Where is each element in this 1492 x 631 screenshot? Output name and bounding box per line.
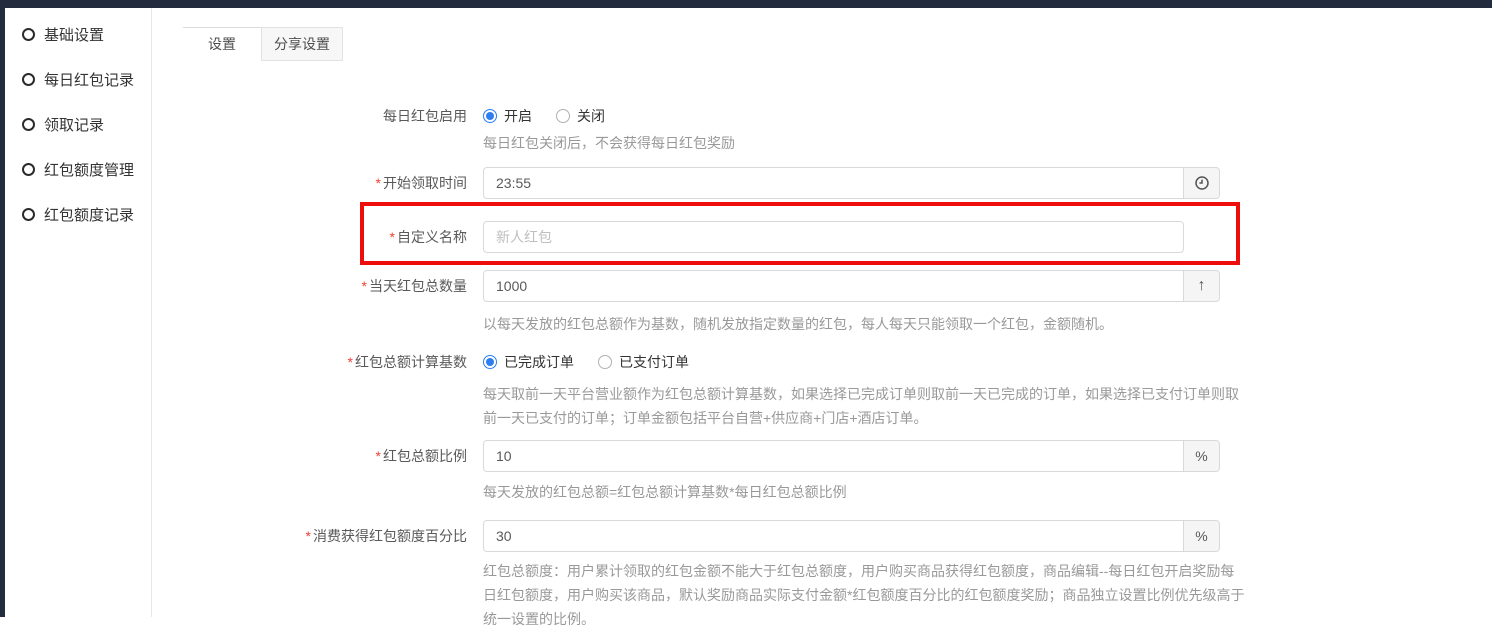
sidebar-item-label: 每日红包记录 <box>44 69 134 90</box>
field-label-calc-base: *红包总额计算基数 <box>183 352 467 372</box>
sidebar-item-label: 领取记录 <box>44 114 104 135</box>
radio-enable-on[interactable]: 开启 <box>483 106 532 126</box>
total-count-input[interactable] <box>483 270 1184 302</box>
radio-selected-icon <box>483 355 497 369</box>
tab-settings[interactable]: 设置 <box>183 27 261 61</box>
sidebar-item-label: 基础设置 <box>44 24 104 45</box>
sidebar-item-daily-redpacket-records[interactable]: 每日红包记录 <box>5 57 151 102</box>
sidebar-item-quota-records[interactable]: 红包额度记录 <box>5 192 151 237</box>
tab-share-settings[interactable]: 分享设置 <box>261 27 343 61</box>
help-calc-base: 每天取前一天平台营业额作为红包总额计算基数，如果选择已完成订单则取前一天已完成的… <box>483 382 1245 430</box>
arrow-up-icon: ↑ <box>1198 277 1206 295</box>
sidebar: 基础设置 每日红包记录 领取记录 红包额度管理 红包额度记录 <box>5 8 152 617</box>
clock-icon <box>1194 175 1210 191</box>
custom-name-input[interactable] <box>483 221 1184 253</box>
tab-bar: 设置 分享设置 <box>183 27 343 61</box>
consume-percent-input[interactable] <box>483 520 1184 552</box>
radio-enable-off[interactable]: 关闭 <box>556 106 605 126</box>
sidebar-item-basic-settings[interactable]: 基础设置 <box>5 12 151 57</box>
total-ratio-input[interactable] <box>483 440 1184 472</box>
radio-label: 关闭 <box>577 106 605 126</box>
sidebar-item-quota-management[interactable]: 红包额度管理 <box>5 147 151 192</box>
required-asterisk: * <box>376 175 381 191</box>
top-bar <box>0 0 1492 8</box>
field-label-consume-percent: *消费获得红包额度百分比 <box>183 520 467 552</box>
radio-unselected-icon <box>598 355 612 369</box>
circle-icon <box>22 208 35 221</box>
radio-label: 已完成订单 <box>504 352 574 372</box>
percent-sign: % <box>1195 448 1207 464</box>
field-label-total-ratio: *红包总额比例 <box>183 440 467 472</box>
required-asterisk: * <box>362 278 367 294</box>
field-label-custom-name: *自定义名称 <box>183 221 467 253</box>
calc-base-radios: 已完成订单 已支付订单 <box>483 352 713 372</box>
percent-addon: % <box>1184 440 1220 472</box>
required-asterisk: * <box>348 354 353 370</box>
help-daily-enable: 每日红包关闭后，不会获得每日红包奖励 <box>483 133 1245 153</box>
circle-icon <box>22 163 35 176</box>
required-asterisk: * <box>376 448 381 464</box>
radio-label: 开启 <box>504 106 532 126</box>
field-label-daily-enable: 每日红包启用 <box>183 106 467 126</box>
help-total-ratio: 每天发放的红包总额=红包总额计算基数*每日红包总额比例 <box>483 482 1245 502</box>
percent-addon: % <box>1184 520 1220 552</box>
required-asterisk: * <box>390 229 395 245</box>
daily-enable-radios: 开启 关闭 <box>483 106 629 126</box>
circle-icon <box>22 118 35 131</box>
field-label-total-count: *当天红包总数量 <box>183 270 467 302</box>
radio-unselected-icon <box>556 109 570 123</box>
sidebar-item-claim-records[interactable]: 领取记录 <box>5 102 151 147</box>
radio-completed-orders[interactable]: 已完成订单 <box>483 352 574 372</box>
sidebar-item-label: 红包额度记录 <box>44 204 134 225</box>
percent-sign: % <box>1195 528 1207 544</box>
count-stepper-addon[interactable]: ↑ <box>1184 270 1220 302</box>
required-asterisk: * <box>306 528 311 544</box>
sidebar-item-label: 红包额度管理 <box>44 159 134 180</box>
radio-paid-orders[interactable]: 已支付订单 <box>598 352 689 372</box>
time-picker-addon[interactable] <box>1184 167 1220 199</box>
help-total-count: 以每天发放的红包总额作为基数，随机发放指定数量的红包，每人每天只能领取一个红包，… <box>483 314 1245 334</box>
start-time-input[interactable] <box>483 167 1184 199</box>
circle-icon <box>22 73 35 86</box>
field-label-start-time: *开始领取时间 <box>183 167 467 199</box>
circle-icon <box>22 28 35 41</box>
radio-label: 已支付订单 <box>619 352 689 372</box>
help-consume-percent: 红包总额度：用户累计领取的红包金额不能大于红包总额度，用户购买商品获得红包额度，… <box>483 559 1245 631</box>
radio-selected-icon <box>483 109 497 123</box>
